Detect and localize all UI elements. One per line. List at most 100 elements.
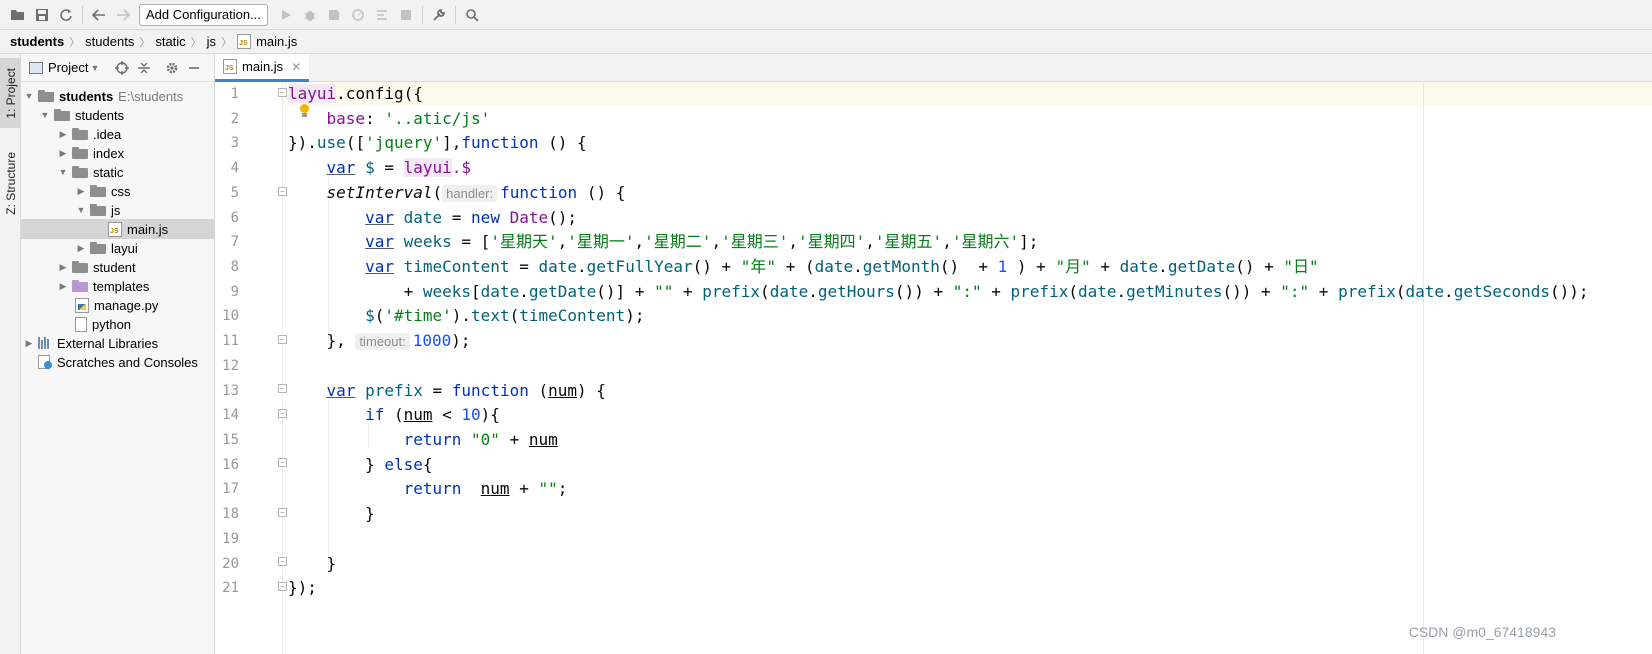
folder-icon [72, 128, 88, 140]
line-number: 14 [222, 407, 239, 423]
folder-icon [72, 261, 88, 273]
tree-item-index[interactable]: ▶ index [21, 143, 215, 163]
fold-marker-icon[interactable]: − [278, 409, 287, 418]
fold-marker-icon[interactable]: − [278, 187, 287, 196]
chevron-right-icon: 〉 [221, 36, 233, 49]
tree-item-label: Scratches and Consoles [57, 354, 198, 370]
fold-marker-icon[interactable]: − [278, 508, 287, 517]
tree-item-layui[interactable]: ▶ layui [21, 238, 215, 258]
tree-item-label: python [92, 316, 132, 332]
breadcrumb-item[interactable]: static [155, 34, 185, 49]
folder-icon [38, 90, 54, 102]
tree-item-css[interactable]: ▶ css [21, 181, 215, 201]
line-number: 1 [230, 86, 239, 102]
chevron-right-icon: 〉 [139, 36, 151, 49]
tree-item-external-libraries[interactable]: ▶ External Libraries [21, 333, 215, 353]
line-number: 8 [230, 259, 239, 275]
folder-icon [90, 242, 106, 254]
profile-icon[interactable] [346, 3, 370, 27]
project-panel: Project ▼ ▼ students E:\students ▼ stude… [21, 54, 215, 654]
tree-item-static[interactable]: ▼ static [21, 162, 215, 182]
folder-icon [90, 204, 106, 216]
sync-icon[interactable] [54, 3, 78, 27]
chevron-down-icon[interactable]: ▼ [23, 90, 35, 102]
tree-item-idea[interactable]: ▶ .idea [21, 124, 215, 144]
editor-tab-bar: JS main.js ✕ [215, 54, 1652, 82]
tab-main-js[interactable]: JS main.js ✕ [215, 54, 310, 82]
folder-icon [72, 166, 88, 178]
tree-item-templates[interactable]: ▶ templates [21, 276, 215, 296]
fold-marker-icon[interactable]: − [278, 384, 287, 393]
chevron-down-icon[interactable]: ▼ [75, 204, 87, 216]
settings-wrench-icon[interactable] [427, 3, 451, 27]
code-line-5: setInterval(handler: function () { [326, 183, 626, 202]
collapse-all-icon[interactable] [133, 57, 155, 79]
breadcrumb-item[interactable]: students [85, 34, 134, 49]
fold-marker-icon[interactable]: − [278, 335, 287, 344]
tree-item-python[interactable]: python [21, 314, 215, 334]
add-configuration-button[interactable]: Add Configuration... [139, 3, 268, 26]
fold-marker-icon[interactable]: − [278, 88, 287, 97]
run-icon[interactable] [274, 3, 298, 27]
search-icon[interactable] [460, 3, 484, 27]
tree-item-students[interactable]: ▼ students [21, 105, 215, 125]
coverage-icon[interactable] [322, 3, 346, 27]
code-line-20: } [326, 554, 337, 573]
tree-item-main-js[interactable]: JS main.js [21, 219, 215, 239]
line-number: 11 [222, 333, 239, 349]
forward-icon[interactable] [111, 3, 135, 27]
toolbar-separator [82, 5, 83, 24]
breadcrumb-item-file[interactable]: JS main.js [237, 34, 297, 49]
fold-marker-icon[interactable]: − [278, 582, 287, 591]
tree-item-js[interactable]: ▼ js [21, 200, 215, 220]
tree-item-manage-py[interactable]: manage.py [21, 295, 215, 315]
locate-target-icon[interactable] [111, 57, 133, 79]
chevron-down-icon[interactable]: ▼ [57, 166, 69, 178]
minimize-icon[interactable] [183, 57, 205, 79]
breadcrumb-item[interactable]: students [10, 34, 64, 49]
chevron-right-icon: 〉 [190, 36, 202, 49]
concurrency-icon[interactable] [370, 3, 394, 27]
line-number: 7 [230, 234, 239, 250]
tree-item-student[interactable]: ▶ student [21, 257, 215, 277]
tree-item-label: student [93, 259, 136, 275]
chevron-right-icon[interactable]: ▶ [57, 128, 69, 140]
breadcrumb-item[interactable]: js [207, 34, 216, 49]
code-line-17: return num + ""; [403, 479, 568, 498]
open-folder-icon[interactable] [6, 3, 30, 27]
chevron-down-icon[interactable]: ▼ [90, 63, 99, 73]
project-view-dropdown[interactable]: Project [48, 60, 88, 75]
chevron-down-icon[interactable]: ▼ [39, 109, 51, 121]
fold-marker-icon[interactable]: − [278, 557, 287, 566]
line-number: 17 [222, 481, 239, 497]
tab-structure[interactable]: Z: Structure [0, 142, 21, 224]
right-margin-guide [1423, 82, 1424, 654]
line-number: 10 [222, 308, 239, 324]
line-number: 21 [222, 580, 239, 596]
fold-marker-icon[interactable]: − [278, 458, 287, 467]
tree-item-label: students [75, 107, 125, 123]
chevron-right-icon[interactable]: ▶ [57, 147, 69, 159]
chevron-right-icon[interactable]: ▶ [57, 261, 69, 273]
close-icon[interactable]: ✕ [291, 60, 301, 74]
toolbar-separator [454, 5, 456, 24]
tree-item-students-root[interactable]: ▼ students E:\students [21, 86, 215, 106]
chevron-right-icon[interactable]: ▶ [57, 280, 69, 292]
chevron-right-icon[interactable]: ▶ [75, 185, 87, 197]
back-icon[interactable] [87, 3, 111, 27]
debug-icon[interactable] [298, 3, 322, 27]
parameter-hint: timeout: [355, 333, 410, 350]
save-icon[interactable] [30, 3, 54, 27]
file-icon [75, 316, 87, 332]
gear-icon[interactable] [161, 57, 183, 79]
code-editor[interactable]: 1 2 3 4 5 6 7 8 9 10 11 12 13 14 15 16 1… [215, 82, 1652, 654]
chevron-right-icon[interactable]: ▶ [23, 337, 35, 349]
chevron-right-icon[interactable]: ▶ [75, 242, 87, 254]
breadcrumb: students 〉 students 〉 static 〉 js 〉 JS m… [0, 30, 1652, 54]
tab-project[interactable]: 1: Project [0, 58, 21, 128]
line-number: 4 [230, 160, 239, 176]
js-file-icon: JS [237, 34, 252, 49]
stop-icon[interactable] [394, 3, 418, 27]
code-line-10: $('#time').text(timeContent); [365, 306, 645, 325]
tree-item-scratches[interactable]: Scratches and Consoles [21, 352, 215, 372]
